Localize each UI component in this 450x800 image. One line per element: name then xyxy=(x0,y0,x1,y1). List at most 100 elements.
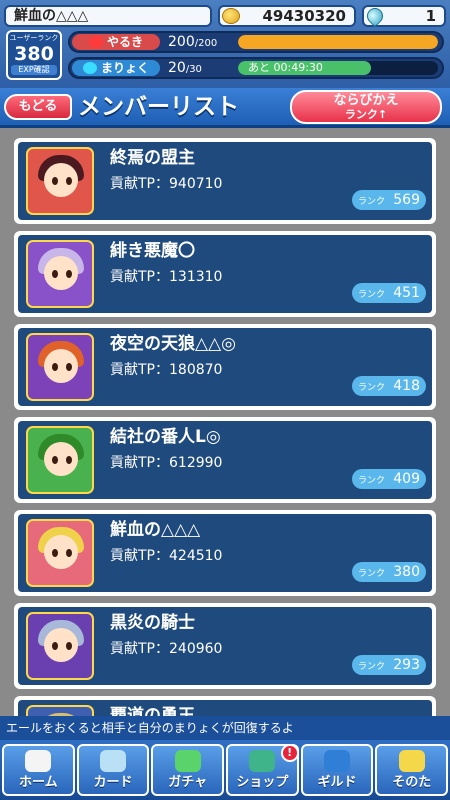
member-contribution: 貢献TP：940710 xyxy=(110,176,223,192)
alert-badge: ! xyxy=(280,744,299,762)
sort-button[interactable]: ならびかえ ランク↑ xyxy=(290,90,442,124)
member-card[interactable]: 黒炎の騎士 貢献TP：240960 ランク 293 xyxy=(14,603,436,689)
gem-counter[interactable]: 1 xyxy=(362,4,446,28)
rank-label: ランク xyxy=(358,476,386,486)
member-name: 覇道の勇王 xyxy=(110,706,195,716)
avatar-eye xyxy=(66,270,72,278)
guild-icon xyxy=(324,750,351,772)
rank-label: ランク xyxy=(358,383,386,393)
avatar-face xyxy=(44,628,78,662)
member-card-body: 鮮血の△△△ 貢献TP：424510 ランク 380 xyxy=(18,514,432,592)
rank-value: 451 xyxy=(393,285,420,301)
nav-shop[interactable]: ショップ! xyxy=(226,744,299,796)
avatar-eye xyxy=(52,177,58,185)
rank-label: ランク xyxy=(358,662,386,672)
avatar-face xyxy=(44,256,78,290)
magic-label: まりょく xyxy=(72,60,160,76)
stamina-gauge xyxy=(238,35,438,49)
member-avatar xyxy=(26,426,94,494)
nav-guild[interactable]: ギルド xyxy=(300,744,374,796)
member-card-body: 覇道の勇王 貢献TP： ランク xyxy=(18,700,432,716)
user-rank-value: 380 xyxy=(14,43,54,65)
magic-row: まりょく 20/30 あと 00:49:30 xyxy=(68,57,444,79)
member-card[interactable]: 覇道の勇王 貢献TP： ランク xyxy=(14,696,436,716)
member-avatar xyxy=(26,333,94,401)
rank-value: 569 xyxy=(393,192,420,208)
member-rank-badge: ランク 569 xyxy=(352,190,426,210)
member-rank-badge: ランク 418 xyxy=(352,376,426,396)
back-button[interactable]: もどる xyxy=(4,94,72,120)
avatar-eye xyxy=(66,456,72,464)
shop-icon xyxy=(249,750,276,772)
rank-value: 380 xyxy=(393,564,420,580)
avatar-face xyxy=(44,442,78,476)
member-card[interactable]: 夜空の天狼△△◎ 貢献TP：180870 ランク 418 xyxy=(14,324,436,410)
member-name: 黒炎の騎士 xyxy=(110,613,195,633)
nav-label: そのた xyxy=(392,775,432,790)
avatar-eye xyxy=(66,177,72,185)
member-avatar xyxy=(26,612,94,680)
member-avatar xyxy=(26,519,94,587)
member-contribution: 貢献TP：424510 xyxy=(110,548,223,564)
avatar-eye xyxy=(66,363,72,371)
avatar-face xyxy=(44,535,78,569)
rank-value: 293 xyxy=(393,657,420,673)
member-card[interactable]: 鮮血の△△△ 貢献TP：424510 ランク 380 xyxy=(14,510,436,596)
rank-value: 418 xyxy=(393,378,420,394)
member-card-body: 黒炎の騎士 貢献TP：240960 ランク 293 xyxy=(18,607,432,685)
member-card[interactable]: 結社の番人L◎ 貢献TP：612990 ランク 409 xyxy=(14,417,436,503)
member-list[interactable]: 終焉の盟主 貢献TP：940710 ランク 569 緋き悪魔〇 貢献TP：131… xyxy=(14,138,436,716)
status-bar: 鮮血の△△△ 49430320 1 ユーザーランク 380 EXP確認 やるき … xyxy=(0,0,450,88)
avatar-eye xyxy=(52,549,58,557)
rank-label: ランク xyxy=(358,290,386,300)
nav-label: ショップ xyxy=(236,775,289,790)
nav-home[interactable]: ホーム xyxy=(2,744,75,796)
member-card[interactable]: 緋き悪魔〇 貢献TP：131310 ランク 451 xyxy=(14,231,436,317)
rank-value: 409 xyxy=(393,471,420,487)
gem-value: 1 xyxy=(425,7,436,25)
member-card-body: 終焉の盟主 貢献TP：940710 ランク 569 xyxy=(18,142,432,220)
member-rank-badge: ランク 451 xyxy=(352,283,426,303)
title-bar: もどる メンバーリスト ならびかえ ランク↑ xyxy=(0,88,450,128)
nav-label: ホーム xyxy=(19,775,58,790)
member-rank-badge: ランク 293 xyxy=(352,655,426,675)
member-card-body: 結社の番人L◎ 貢献TP：612990 ランク 409 xyxy=(18,421,432,499)
exp-check-button[interactable]: EXP確認 xyxy=(11,65,57,75)
nav-other[interactable]: そのた xyxy=(375,744,449,796)
nav-label: ガチャ xyxy=(168,775,208,790)
avatar-eye xyxy=(52,456,58,464)
gacha-icon xyxy=(174,750,201,772)
stamina-gauge-fill xyxy=(238,35,438,49)
member-avatar xyxy=(26,240,94,308)
avatar-eye xyxy=(52,270,58,278)
member-contribution: 貢献TP：131310 xyxy=(110,269,223,285)
stamina-label: やるき xyxy=(72,34,160,50)
nav-card[interactable]: カード xyxy=(76,744,150,796)
nav-label: ギルド xyxy=(317,775,357,790)
member-name: 夜空の天狼△△◎ xyxy=(110,334,236,354)
member-name: 緋き悪魔〇 xyxy=(110,241,195,261)
member-contribution: 貢献TP：180870 xyxy=(110,362,223,378)
member-name: 終焉の盟主 xyxy=(110,148,195,168)
nav-gacha[interactable]: ガチャ xyxy=(151,744,225,796)
avatar-eye xyxy=(52,642,58,650)
member-rank-badge: ランク 380 xyxy=(352,562,426,582)
info-ticker: エールをおくると相手と自分のまりょくが回復するよ xyxy=(0,716,450,740)
rank-label: ランク xyxy=(358,569,386,579)
member-card-body: 緋き悪魔〇 貢献TP：131310 ランク 451 xyxy=(18,235,432,313)
other-icon xyxy=(398,750,425,772)
stamina-row: やるき 200/200 xyxy=(68,31,444,53)
page-title: メンバーリスト xyxy=(78,94,239,120)
gem-icon xyxy=(363,4,387,28)
magic-icon xyxy=(82,61,97,74)
avatar-eye xyxy=(66,642,72,650)
rank-label: ランク xyxy=(358,197,386,207)
member-contribution: 貢献TP：240960 xyxy=(110,641,223,657)
avatar-face xyxy=(44,163,78,197)
sort-order-label: ランク↑ xyxy=(344,108,388,121)
user-rank-panel[interactable]: ユーザーランク 380 EXP確認 xyxy=(6,30,62,80)
bottom-nav: ホーム カード ガチャ ショップ! ギルド そのた xyxy=(0,740,450,800)
avatar-eye xyxy=(52,363,58,371)
member-card[interactable]: 終焉の盟主 貢献TP：940710 ランク 569 xyxy=(14,138,436,224)
user-rank-label: ユーザーランク xyxy=(9,34,59,42)
